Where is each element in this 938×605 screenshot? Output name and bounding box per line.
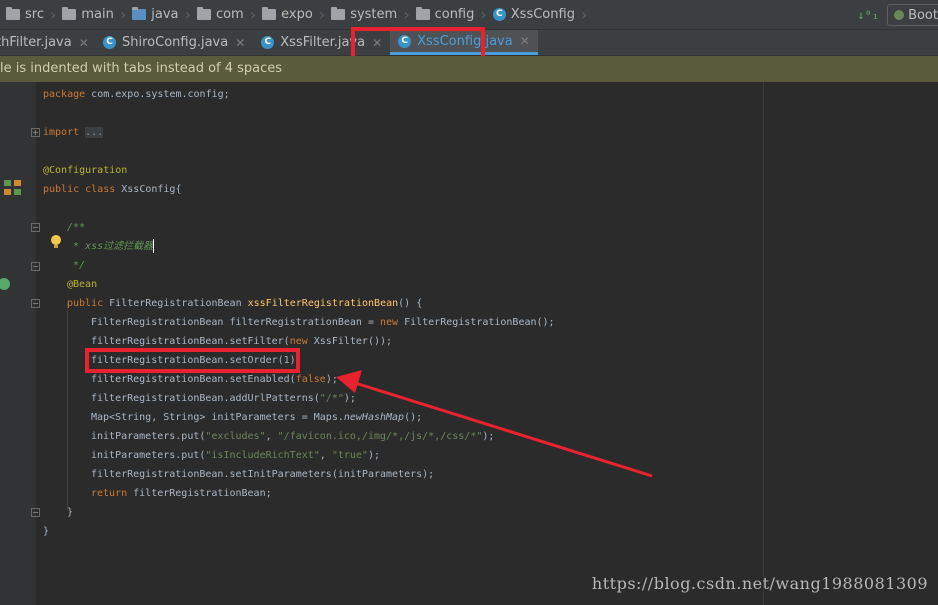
annotation-arrow bbox=[336, 370, 653, 478]
watermark: https://blog.csdn.net/wang1988081309 bbox=[591, 574, 928, 593]
